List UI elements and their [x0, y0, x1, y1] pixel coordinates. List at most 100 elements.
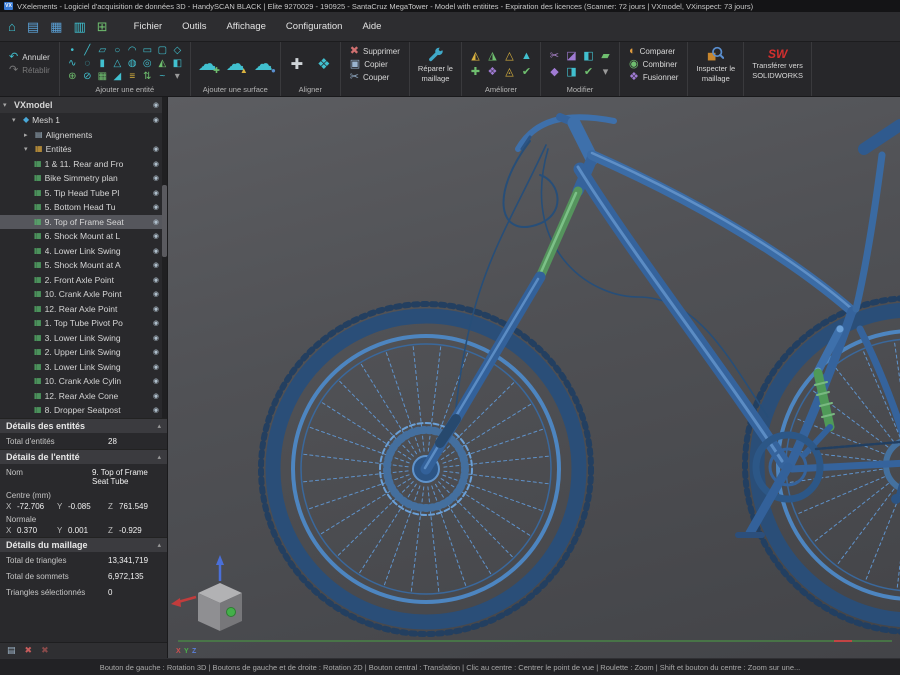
- tree-entity-item[interactable]: ▦ 5. Bottom Head Tu ◉: [0, 200, 167, 215]
- tree-entity-item[interactable]: ▦ 3. Lower Link Swing ◉: [0, 360, 167, 375]
- tree-entity-item[interactable]: ▦ 10. Crank Axle Point ◉: [0, 287, 167, 302]
- validate-mesh-icon[interactable]: ✔: [518, 64, 535, 80]
- collapse-arrow-icon[interactable]: ▾: [3, 101, 11, 109]
- visibility-eye-icon[interactable]: ◉: [153, 189, 159, 197]
- collapse-arrow-icon[interactable]: ▾: [24, 145, 32, 153]
- clean-mesh-icon[interactable]: ◬: [501, 64, 518, 80]
- prism-icon[interactable]: ◧: [170, 58, 185, 71]
- new-document-icon[interactable]: ▤: [27, 20, 39, 33]
- trim-icon[interactable]: ◪: [563, 48, 580, 64]
- tree-entity-item[interactable]: ▦ 9. Top of Frame Seat ◉: [0, 215, 167, 230]
- arc-icon[interactable]: ◠: [125, 45, 140, 58]
- cross-section-icon[interactable]: ⊘: [80, 71, 95, 84]
- polygon-icon[interactable]: ◇: [170, 45, 185, 58]
- extrude-icon[interactable]: ▰: [597, 48, 614, 64]
- tree-entity-item[interactable]: ▦ 5. Tip Head Tube Pl ◉: [0, 186, 167, 201]
- tree-scrollbar[interactable]: [162, 97, 167, 418]
- mesh-details-header[interactable]: Détails du maillage ▴: [0, 537, 167, 552]
- visibility-eye-icon[interactable]: ◉: [153, 334, 159, 342]
- pyramid-icon[interactable]: ◭: [155, 58, 170, 71]
- visibility-eye-icon[interactable]: ◉: [153, 348, 159, 356]
- tree-entity-item[interactable]: ▦ 1. Top Tube Pivot Po ◉: [0, 316, 167, 331]
- menu-affichage[interactable]: Affichage: [218, 18, 273, 35]
- delete-entity-icon[interactable]: ✖: [25, 646, 33, 655]
- slot-icon[interactable]: ▢: [155, 45, 170, 58]
- tree-item-mesh1[interactable]: ▾ ◆ Mesh 1 ◉: [0, 113, 167, 128]
- surface-auto-icon[interactable]: ☁ ✚: [196, 55, 219, 74]
- cone-icon[interactable]: △: [110, 58, 125, 71]
- visibility-eye-icon[interactable]: ◉: [153, 305, 159, 313]
- tree-entity-item[interactable]: ▦ 6. Shock Mount at L ◉: [0, 229, 167, 244]
- align-targets-icon[interactable]: ❖: [313, 51, 335, 77]
- tree-entity-item[interactable]: ▦ Bike Simmetry plan ◉: [0, 171, 167, 186]
- surface-patch-icon[interactable]: ☁ ▲: [224, 55, 247, 74]
- tree-entity-item[interactable]: ▦ 12. Rear Axle Cone ◉: [0, 389, 167, 404]
- decimate-icon[interactable]: ▲: [518, 48, 535, 64]
- combine-button[interactable]: ◉ Combiner: [625, 58, 682, 71]
- tree-entity-item[interactable]: ▦ 2. Front Axle Point ◉: [0, 273, 167, 288]
- tree-entity-item[interactable]: ▦ 4. Lower Link Swing ◉: [0, 244, 167, 259]
- axis-icon[interactable]: ⇅: [140, 71, 155, 84]
- visibility-eye-icon[interactable]: ◉: [153, 363, 159, 371]
- visibility-eye-icon[interactable]: ◉: [153, 203, 159, 211]
- delete-all-icon[interactable]: ✖: [41, 646, 49, 655]
- visibility-eye-icon[interactable]: ◉: [153, 116, 159, 124]
- undo-button[interactable]: ↶ Annuler: [5, 51, 54, 64]
- mirror-icon[interactable]: ◧: [580, 48, 597, 64]
- tree-root-vxmodel[interactable]: ▾ VXmodel ◉: [0, 97, 167, 113]
- align-best-fit-icon[interactable]: ✚: [286, 51, 308, 77]
- offset-icon[interactable]: ◆: [546, 64, 563, 80]
- more-modifiers-icon[interactable]: ▾: [597, 64, 614, 80]
- 3d-scene[interactable]: X Y Z: [168, 97, 900, 658]
- transfer-solidworks-button[interactable]: SW Transférer vers SOLIDWORKS: [749, 47, 806, 81]
- tree-entity-item[interactable]: ▦ 3. Lower Link Swing ◉: [0, 331, 167, 346]
- surface-manual-icon[interactable]: ☁ ●: [252, 55, 275, 74]
- compare-button[interactable]: ◐ Comparer: [625, 45, 682, 58]
- stacked-planes-icon[interactable]: ≡: [125, 71, 140, 84]
- visibility-eye-icon[interactable]: ◉: [153, 145, 159, 153]
- collapse-arrow-icon[interactable]: ▸: [24, 131, 32, 139]
- tree-entity-item[interactable]: ▦ 1 & 11. Rear and Fro ◉: [0, 157, 167, 172]
- cut-button[interactable]: ✂ Couper: [346, 71, 404, 84]
- entity-detail-header[interactable]: Détails de l'entité ▴: [0, 449, 167, 464]
- list-view-icon[interactable]: ▤: [7, 646, 16, 655]
- circle-icon[interactable]: ○: [110, 45, 125, 58]
- visibility-eye-icon[interactable]: ◉: [153, 290, 159, 298]
- visibility-eye-icon[interactable]: ◉: [153, 319, 159, 327]
- tree-entity-item[interactable]: ▦ 5. Shock Mount at A ◉: [0, 258, 167, 273]
- menu-aide[interactable]: Aide: [354, 18, 389, 35]
- line-icon[interactable]: ╱: [80, 45, 95, 58]
- cylinder-icon[interactable]: ▮: [95, 58, 110, 71]
- optimize-boundaries-icon[interactable]: ❖: [484, 64, 501, 80]
- plane-icon[interactable]: ▱: [95, 45, 110, 58]
- tree-item-alignments[interactable]: ▸ ▤ Alignements: [0, 128, 167, 143]
- menu-configuration[interactable]: Configuration: [278, 18, 351, 35]
- delete-button[interactable]: ✖ Supprimer: [346, 45, 404, 58]
- rectangle-icon[interactable]: ▭: [140, 45, 155, 58]
- apply-modifier-icon[interactable]: ✔: [580, 64, 597, 80]
- save-session-icon[interactable]: ▥: [73, 20, 85, 33]
- visibility-eye-icon[interactable]: ◉: [153, 377, 159, 385]
- tree-item-entities[interactable]: ▾ ▦ Entités ◉: [0, 142, 167, 157]
- target-point-icon[interactable]: ⊕: [65, 71, 80, 84]
- entities-details-header[interactable]: Détails des entités ▴: [0, 418, 167, 433]
- visibility-eye-icon[interactable]: ◉: [153, 218, 159, 226]
- repair-mesh-button[interactable]: Réparer le maillage: [415, 45, 456, 84]
- visibility-eye-icon[interactable]: ◉: [153, 261, 159, 269]
- fill-holes-icon[interactable]: △: [501, 48, 518, 64]
- tree-entity-item[interactable]: ▦ 12. Rear Axle Point ◉: [0, 302, 167, 317]
- copy-button[interactable]: ▣ Copier: [346, 58, 404, 71]
- visibility-eye-icon[interactable]: ◉: [153, 276, 159, 284]
- tree-entity-item[interactable]: ▦ 8. Dropper Seatpost ◉: [0, 403, 167, 418]
- add-triangles-icon[interactable]: ✚: [467, 64, 484, 80]
- visibility-eye-icon[interactable]: ◉: [153, 247, 159, 255]
- collapse-arrow-icon[interactable]: ▾: [12, 116, 20, 124]
- curve-icon[interactable]: ~: [155, 71, 170, 84]
- add-module-icon[interactable]: ⊞: [97, 20, 108, 33]
- smooth-mesh-icon[interactable]: ◮: [484, 48, 501, 64]
- cut-mesh-icon[interactable]: ✂: [546, 48, 563, 64]
- redo-button[interactable]: ↷ Rétablir: [5, 64, 54, 77]
- visibility-eye-icon[interactable]: ◉: [153, 392, 159, 400]
- split-icon[interactable]: ◨: [563, 64, 580, 80]
- merge-button[interactable]: ❖ Fusionner: [625, 71, 682, 84]
